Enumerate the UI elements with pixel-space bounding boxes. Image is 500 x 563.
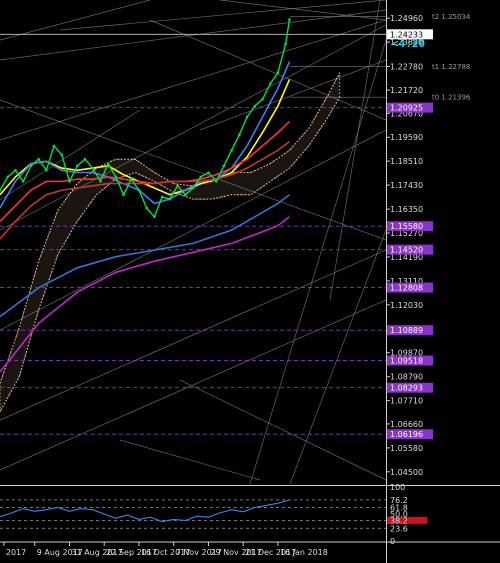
osc-tick-label-5: 23.6 [390, 524, 408, 533]
target-level-label-1: t1 1.22788 [432, 63, 470, 71]
price-tick-label-7: 1.17430 [390, 181, 423, 190]
price-highlight-label-3: 1.14520 [390, 246, 423, 255]
price-tick-label-15: 1.08790 [390, 373, 423, 382]
close-price-point-16 [122, 193, 125, 196]
close-price-point-21 [160, 195, 164, 199]
price-tick-label-2: 1.22780 [390, 63, 423, 72]
close-price-point-37 [284, 42, 287, 46]
close-price-point-14 [106, 162, 110, 165]
price-highlight-label-2: 1.15580 [390, 222, 423, 231]
price-tick-label-17: 1.06660 [390, 420, 423, 429]
bar-countdown: <4:20 [392, 37, 425, 50]
close-price-point-17 [129, 177, 133, 181]
price-tick-label-18: 1.05580 [390, 444, 423, 453]
close-price-point-6 [45, 169, 48, 172]
price-tick-label-6: 1.18510 [390, 157, 423, 166]
price-highlight-label-1: 1.20925 [390, 104, 423, 113]
price-tick-label-19: 1.04500 [390, 468, 423, 477]
close-price-point-34 [261, 98, 264, 101]
price-highlight-label-8: 1.06196 [390, 430, 423, 439]
chart-svg: t2 1.25034 t1 1.22788 t0 1.21396 1.24960 1.… [0, 0, 500, 563]
price-tick-label-12: 1.12030 [390, 301, 423, 310]
price-tick-label-16: 1.07710 [390, 397, 423, 406]
close-price-point-36 [276, 71, 280, 74]
price-highlight-label-7: 1.08293 [390, 384, 423, 393]
target-level-label-2: t0 1.21396 [432, 94, 471, 102]
close-price-point-11 [83, 157, 87, 161]
close-price-point-29 [222, 164, 226, 168]
close-price-point-28 [214, 180, 218, 183]
date-tick-label-8: 16 Jan 2018 [280, 548, 328, 557]
close-price-point-15 [114, 175, 118, 179]
close-price-point-23 [176, 184, 179, 188]
close-price-point-5 [37, 157, 40, 161]
close-price-point-8 [60, 153, 64, 157]
close-price-point-4 [29, 164, 33, 168]
close-price-point-22 [168, 197, 172, 201]
close-price-point-25 [191, 186, 195, 190]
price-highlight-label-6: 1.09518 [390, 357, 423, 366]
close-price-point-27 [207, 171, 210, 174]
price-tick-label-3: 1.21720 [390, 86, 423, 95]
close-price-point-20 [153, 215, 156, 219]
close-price-point-32 [245, 115, 249, 119]
close-price-point-9 [68, 180, 71, 183]
price-highlight-label-5: 1.10889 [390, 326, 423, 335]
osc-tick-label-6: 0 [390, 537, 395, 546]
chart-background [0, 0, 500, 563]
close-price-point-7 [52, 144, 56, 148]
close-price-point-24 [184, 193, 187, 196]
close-price-point-3 [21, 180, 25, 183]
chart-root: t2 1.25034 t1 1.22788 t0 1.21396 1.24960 1.… [0, 0, 500, 563]
osc-tick-label-0: 100 [390, 483, 405, 492]
target-level-label-0: t2 1.25034 [432, 13, 471, 21]
close-price-point-35 [268, 82, 272, 86]
close-price-point-13 [99, 180, 102, 183]
close-price-point-19 [145, 206, 148, 210]
close-price-point-12 [91, 166, 94, 170]
close-price-point-30 [230, 149, 233, 152]
close-price-point-18 [137, 188, 141, 192]
close-price-point-26 [199, 175, 202, 179]
date-tick-label-0: 2017 [6, 548, 26, 557]
close-price-point-31 [238, 133, 241, 137]
close-price-point-33 [253, 104, 257, 108]
close-price-point-10 [75, 164, 79, 168]
close-price-point-38 [288, 18, 291, 21]
price-tick-label-5: 1.19590 [390, 133, 423, 142]
close-price-point-1 [6, 175, 9, 179]
price-highlight-label-4: 1.12808 [390, 284, 423, 293]
price-tick-label-8: 1.16350 [390, 205, 423, 214]
price-tick-label-0: 1.24960 [390, 14, 423, 23]
close-price-point-2 [14, 169, 17, 172]
